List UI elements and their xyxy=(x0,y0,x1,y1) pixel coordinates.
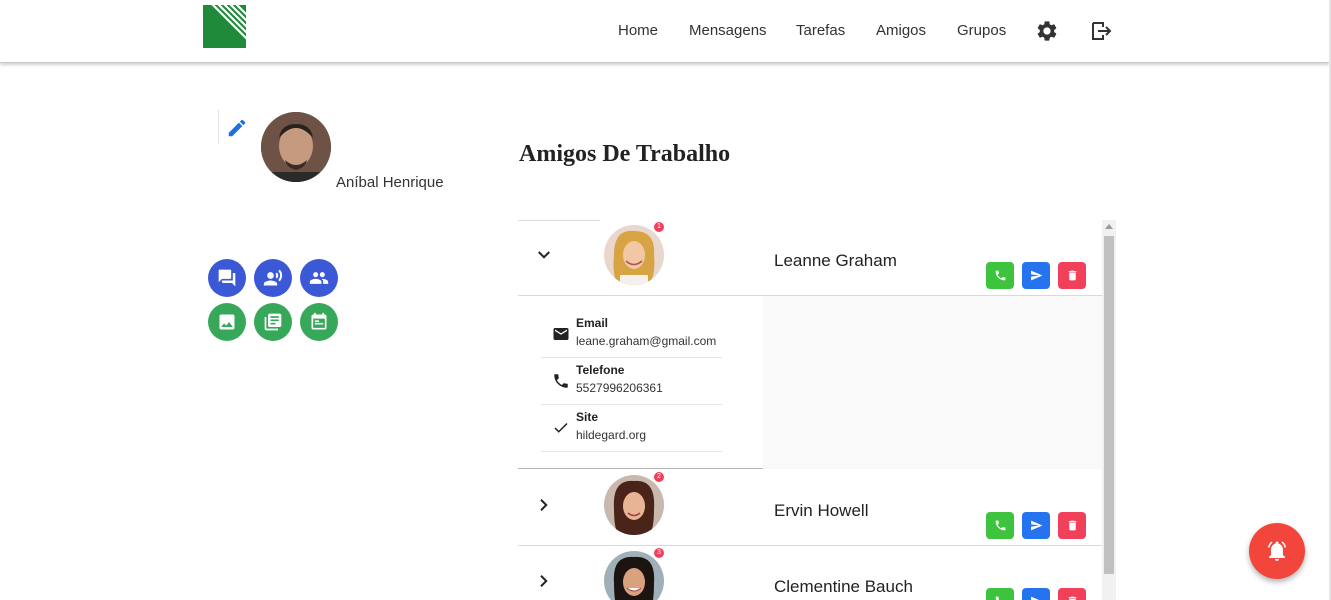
calendar-icon xyxy=(311,312,327,330)
logout-icon[interactable] xyxy=(1089,19,1113,43)
page-title: Amigos De Trabalho xyxy=(519,141,731,167)
gear-icon[interactable] xyxy=(1035,19,1059,43)
call-button[interactable] xyxy=(986,262,1014,289)
article-button[interactable] xyxy=(254,303,292,341)
top-navbar: Home Mensagens Tarefas Amigos Grupos xyxy=(0,0,1329,63)
chevron-right-icon[interactable] xyxy=(535,572,553,590)
detail-value: 5527996206361 xyxy=(576,381,663,395)
user-name: Aníbal Henrique xyxy=(336,174,444,191)
details-panel-background xyxy=(763,296,1102,469)
details-divider xyxy=(518,468,763,469)
mail-icon xyxy=(552,325,570,343)
list-item[interactable]: 2 Ervin Howell xyxy=(518,470,1102,546)
phone-icon xyxy=(995,270,1005,281)
friend-name: Ervin Howell xyxy=(774,501,869,520)
people-icon xyxy=(309,272,329,284)
avatar xyxy=(261,112,331,182)
nav-tarefas[interactable]: Tarefas xyxy=(796,22,845,39)
avatar xyxy=(604,225,664,285)
send-icon xyxy=(1030,270,1042,281)
call-button[interactable] xyxy=(986,512,1014,539)
voice-button[interactable] xyxy=(254,259,292,297)
notification-badge: 3 xyxy=(654,548,664,558)
chat-icon xyxy=(218,269,236,287)
edit-divider xyxy=(218,110,219,144)
nav-mensagens[interactable]: Mensagens xyxy=(689,22,767,39)
avatar xyxy=(604,475,664,535)
logo-icon[interactable] xyxy=(203,5,246,48)
notification-badge: 2 xyxy=(654,472,664,482)
chevron-right-icon[interactable] xyxy=(535,496,553,514)
send-icon xyxy=(1030,596,1039,600)
scrollbar-thumb[interactable] xyxy=(1104,236,1114,574)
detail-value: leane.graham@gmail.com xyxy=(576,334,717,348)
detail-label: Site xyxy=(576,410,599,424)
chat-button[interactable] xyxy=(208,259,246,297)
alarm-bell-icon xyxy=(1268,541,1286,561)
detail-label: Email xyxy=(576,316,609,330)
send-button[interactable] xyxy=(1022,588,1050,600)
list-item[interactable]: 1 Leanne Graham xyxy=(518,220,1102,296)
pencil-icon[interactable] xyxy=(226,117,248,139)
delete-button[interactable] xyxy=(1058,588,1086,600)
friend-name: Leanne Graham xyxy=(774,251,897,270)
check-icon xyxy=(552,419,570,437)
avatar xyxy=(604,551,664,600)
list-item[interactable]: 3 Clementine Bauch xyxy=(518,546,1102,600)
delete-icon xyxy=(1068,520,1076,531)
nav-amigos[interactable]: Amigos xyxy=(876,22,926,39)
friend-name: Clementine Bauch xyxy=(774,577,913,596)
calendar-button[interactable] xyxy=(300,303,338,341)
send-button[interactable] xyxy=(1022,262,1050,289)
delete-icon xyxy=(1068,270,1076,281)
delete-button[interactable] xyxy=(1058,512,1086,539)
send-button[interactable] xyxy=(1022,512,1050,539)
image-button[interactable] xyxy=(208,303,246,341)
phone-icon xyxy=(995,520,1005,531)
call-button[interactable] xyxy=(986,588,1014,600)
nav-home[interactable]: Home xyxy=(618,22,658,39)
image-icon xyxy=(219,314,235,330)
delete-button[interactable] xyxy=(1058,262,1086,289)
delete-icon xyxy=(1068,596,1076,600)
friend-details: Email leane.graham@gmail.com Telefone 55… xyxy=(518,296,1102,469)
detail-site: Site hildegard.org xyxy=(541,405,722,452)
notification-badge: 1 xyxy=(654,222,664,232)
voice-icon xyxy=(263,269,283,286)
nav-grupos[interactable]: Grupos xyxy=(957,22,1006,39)
detail-label: Telefone xyxy=(576,363,625,377)
people-button[interactable] xyxy=(300,259,338,297)
friends-list: 1 Leanne Graham Email leane.graham@gmail… xyxy=(518,220,1102,600)
detail-phone: Telefone 5527996206361 xyxy=(541,358,722,405)
scroll-up-arrow[interactable] xyxy=(1105,224,1113,229)
phone-icon xyxy=(995,596,999,600)
phone-icon xyxy=(552,372,570,390)
chevron-down-icon[interactable] xyxy=(535,246,553,264)
send-icon xyxy=(1030,520,1042,531)
article-icon xyxy=(264,313,282,331)
detail-email: Email leane.graham@gmail.com xyxy=(541,311,722,358)
alarm-button[interactable] xyxy=(1249,523,1305,579)
detail-value: hildegard.org xyxy=(576,428,647,442)
